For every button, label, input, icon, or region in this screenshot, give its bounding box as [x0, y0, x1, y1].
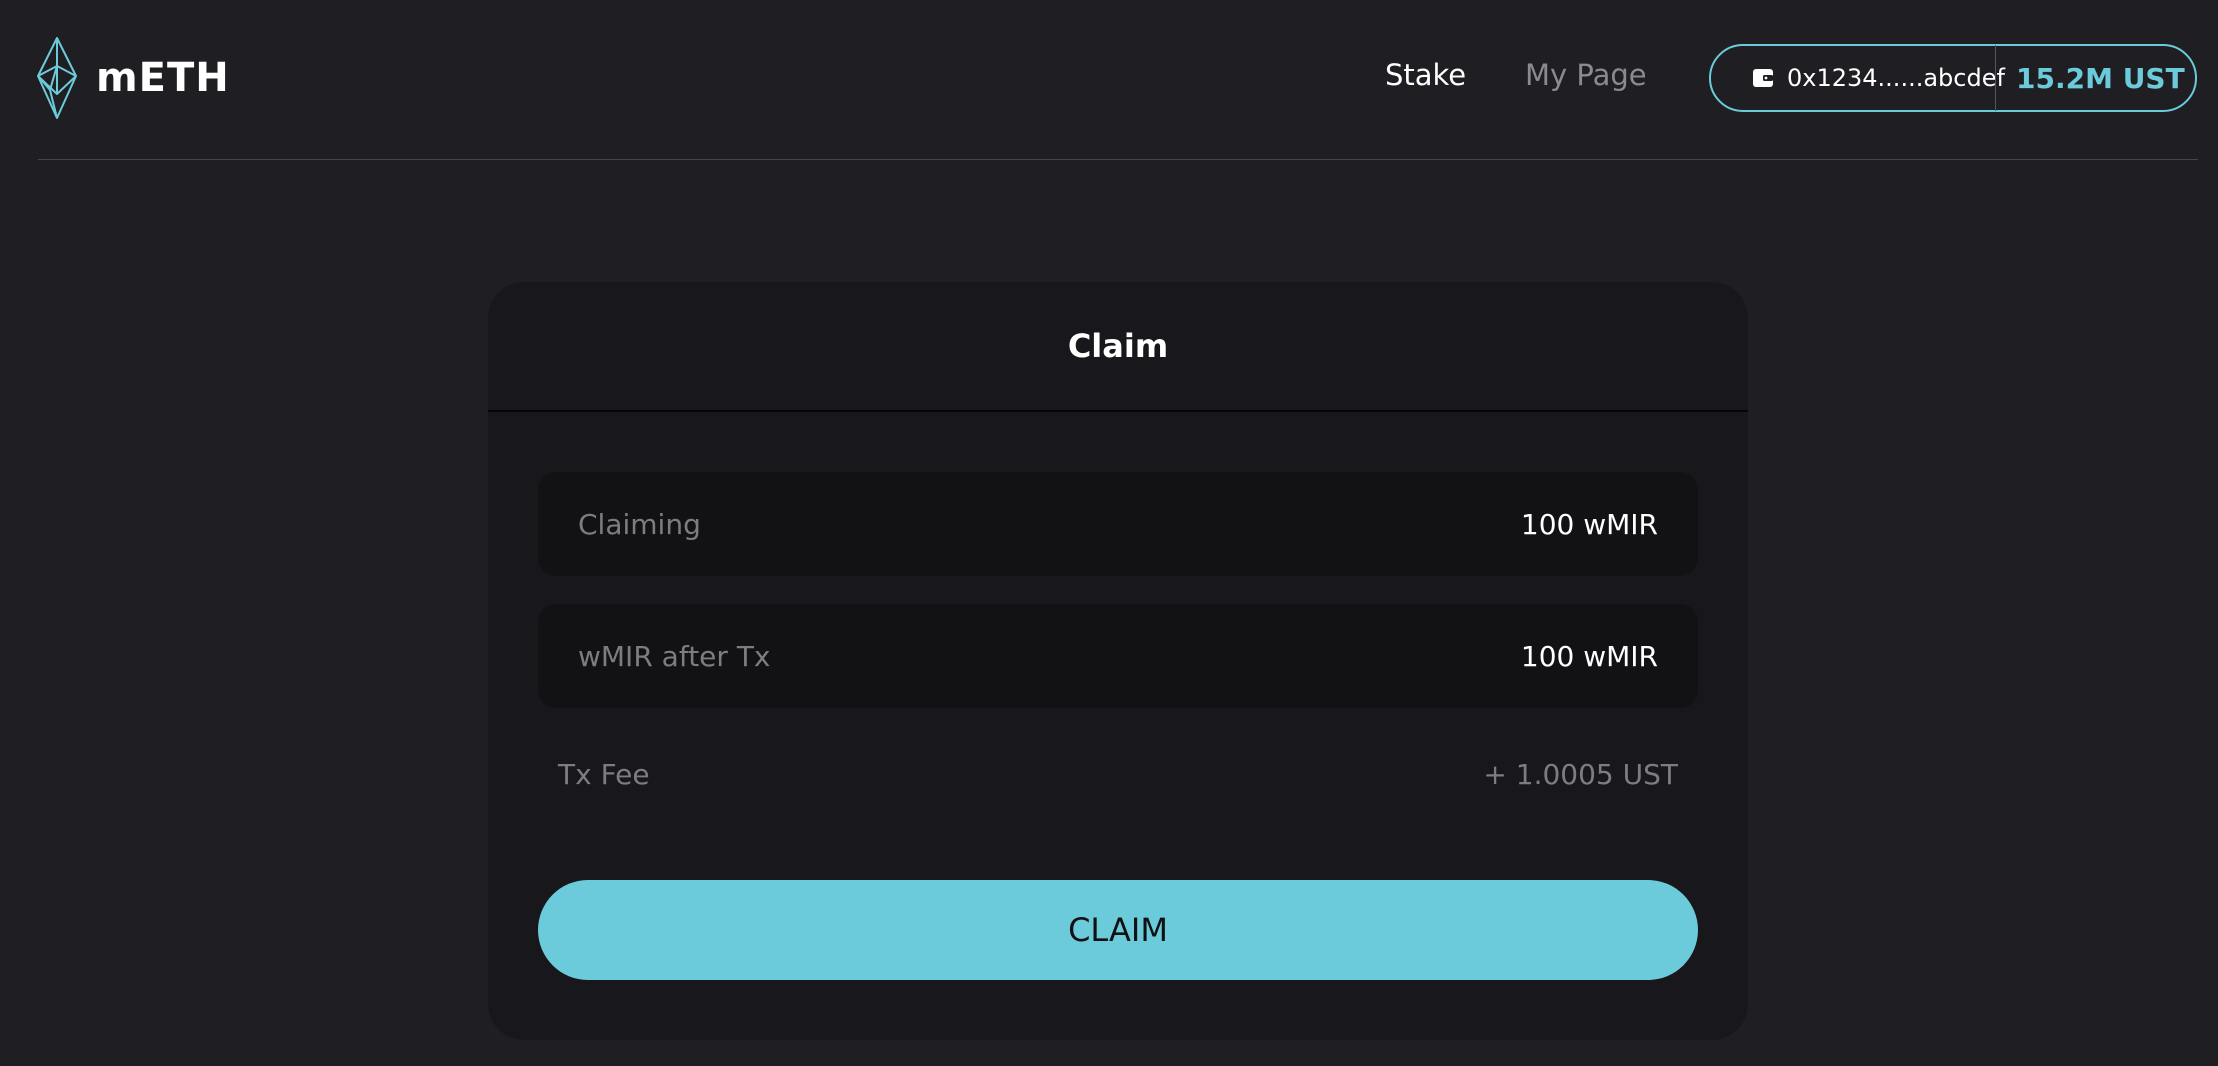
- nav-my-page[interactable]: My Page: [1525, 58, 1647, 92]
- card-divider: [488, 410, 1748, 412]
- wallet-address: 0x1234......abcdef: [1787, 64, 2005, 92]
- logo[interactable]: mETH: [36, 36, 230, 120]
- wallet-icon: [1751, 66, 1775, 90]
- header-divider: [38, 159, 2198, 160]
- card-title: Claim: [1067, 327, 1169, 365]
- tx-fee-value: + 1.0005 UST: [1483, 758, 1678, 791]
- wallet-divider: [1995, 45, 1996, 111]
- after-tx-value: 100 wMIR: [1520, 639, 1658, 673]
- after-tx-label: wMIR after Tx: [578, 639, 771, 673]
- claiming-label: Claiming: [578, 507, 701, 541]
- claiming-value: 100 wMIR: [1520, 507, 1658, 541]
- top-header: mETH Stake My Page 0x1234......abcdef 15…: [0, 0, 2218, 160]
- wallet-button[interactable]: 0x1234......abcdef 15.2M UST: [1709, 44, 2197, 112]
- after-tx-row: wMIR after Tx 100 wMIR: [538, 604, 1698, 708]
- nav-stake[interactable]: Stake: [1385, 58, 1466, 92]
- tx-fee-label: Tx Fee: [558, 758, 650, 791]
- claim-button[interactable]: CLAIM: [538, 880, 1698, 980]
- ethereum-logo-icon: [37, 37, 77, 119]
- claiming-row: Claiming 100 wMIR: [538, 472, 1698, 576]
- claim-card: Claim Claiming 100 wMIR wMIR after Tx 10…: [488, 282, 1748, 1040]
- tx-fee-row: Tx Fee + 1.0005 UST: [558, 758, 1678, 791]
- wallet-balance: 15.2M UST: [2016, 61, 2185, 95]
- brand-name: mETH: [96, 55, 230, 101]
